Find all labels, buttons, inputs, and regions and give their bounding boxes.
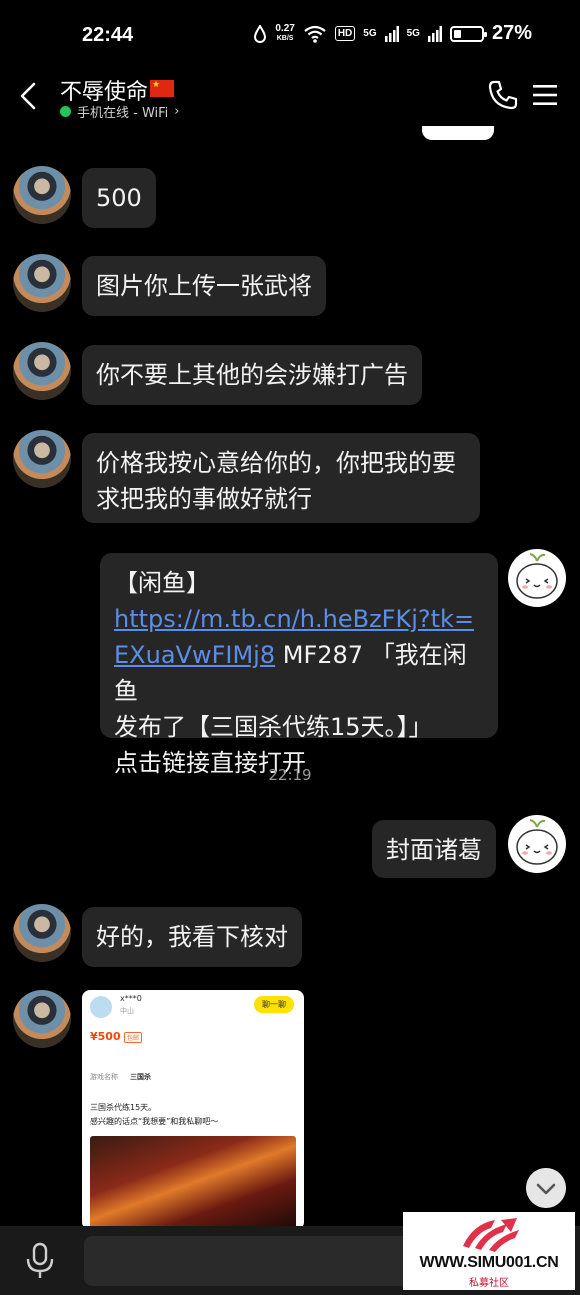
xianyu-link-cont[interactable]: EXuaVwFIMj8: [114, 641, 275, 669]
watermark-subtitle: 私募社区: [469, 1278, 509, 1289]
signal-icon-1: [384, 25, 399, 42]
friend-avatar[interactable]: [13, 430, 71, 488]
shipping-tag: 包邮: [124, 1032, 143, 1043]
game-character-artwork: [90, 1136, 296, 1230]
chat-timestamp: 22:19: [268, 766, 312, 784]
battery-percent: 27%: [491, 22, 532, 44]
listing-desc: 三国杀代练15天。: [90, 1103, 157, 1112]
battery-icon: [449, 25, 487, 42]
game-label: 游戏名称: [90, 1073, 118, 1081]
seller-name: x***0: [120, 994, 142, 1003]
chat-button-in-image: 聊一聊: [254, 996, 294, 1013]
message-bubble[interactable]: 你不要上其他的会涉嫌打广告: [82, 345, 422, 405]
friend-avatar[interactable]: [13, 254, 71, 312]
status-time: 22:44: [82, 24, 134, 46]
scroll-down-icon[interactable]: [526, 1168, 566, 1208]
network-type-1: 5G: [363, 28, 377, 39]
listing-desc-2: 感兴趣的话点“我想要”和我私聊吧～: [90, 1117, 219, 1126]
message-bubble[interactable]: 图片你上传一张武将: [82, 256, 326, 316]
message-line: 求把我的事做好就行: [96, 485, 312, 513]
message-line: 价格我按心意给你的，你把我的要: [96, 449, 456, 477]
xianyu-logo-icon: [90, 996, 112, 1018]
online-status-text: 手机在线 - WiFi: [77, 106, 169, 121]
online-status[interactable]: 手机在线 - WiFi ›: [60, 102, 179, 121]
friend-avatar[interactable]: [13, 342, 71, 400]
my-avatar[interactable]: [508, 549, 566, 607]
image-message-xianyu-screenshot[interactable]: x***0 中山 聊一聊 ¥500 包邮 游戏名称 三国杀 三国杀代练15天。 …: [82, 990, 304, 1230]
message-bubble-shared-link[interactable]: 【闲鱼】 https://m.tb.cn/h.heBzFKj?tk= EXuaV…: [100, 553, 498, 777]
message-line: 发布了【三国杀代练15天。】」: [114, 713, 433, 741]
chevron-right-icon: ›: [174, 104, 180, 119]
back-arrow-icon[interactable]: [14, 78, 44, 114]
message-bubble[interactable]: 好的，我看下核对: [82, 907, 302, 967]
hd-badge: HD: [334, 26, 356, 41]
my-avatar[interactable]: [508, 815, 566, 873]
watermark-logo: WWW.SIMU001.CN 私募社区: [403, 1212, 575, 1290]
battery-level: [453, 29, 461, 38]
message-bubble[interactable]: 500: [82, 168, 156, 228]
seller-location: 中山: [120, 1007, 134, 1015]
message-line: 【闲鱼】: [114, 569, 210, 597]
cartoon-face-icon: [516, 553, 558, 599]
game-value: 三国杀: [130, 1073, 151, 1081]
xianyu-link[interactable]: https://m.tb.cn/h.heBzFKj?tk=: [114, 601, 484, 637]
watermark-url: WWW.SIMU001.CN: [419, 1254, 559, 1271]
friend-avatar[interactable]: [13, 166, 71, 224]
wifi-icon: [304, 25, 326, 43]
network-speed: 0.27 KB/S: [275, 22, 295, 44]
listing-price: ¥500: [90, 1030, 121, 1043]
network-type-2: 5G: [406, 28, 420, 39]
network-speed-unit: KB/S: [276, 34, 294, 42]
previous-image-edge: [422, 126, 494, 140]
status-bar: 22:44 0.27 KB/S HD 5G 5G 27%: [0, 0, 580, 70]
simu-logo-icon: [463, 1218, 519, 1252]
online-dot-icon: [60, 106, 71, 117]
friend-avatar[interactable]: [13, 904, 71, 962]
network-speed-value: 0.27: [275, 22, 295, 34]
menu-icon[interactable]: [532, 82, 558, 108]
message-bubble[interactable]: 价格我按心意给你的，你把我的要 求把我的事做好就行: [82, 433, 480, 523]
china-flag-icon: [150, 80, 175, 97]
signal-icon-2: [427, 25, 442, 42]
microphone-icon[interactable]: [24, 1242, 56, 1280]
cartoon-face-icon: [516, 819, 558, 865]
friend-avatar[interactable]: [13, 990, 71, 1048]
chat-header: 不辱使命 手机在线 - WiFi ›: [0, 70, 580, 130]
status-icons: 0.27 KB/S HD 5G 5G 27%: [253, 22, 532, 45]
water-drop-icon: [254, 24, 267, 43]
message-bubble[interactable]: 封面诸葛: [372, 820, 496, 878]
message-line: EXuaVwFIMj8 MF287 「我在闲鱼: [114, 637, 484, 709]
phone-call-icon[interactable]: [486, 78, 520, 112]
